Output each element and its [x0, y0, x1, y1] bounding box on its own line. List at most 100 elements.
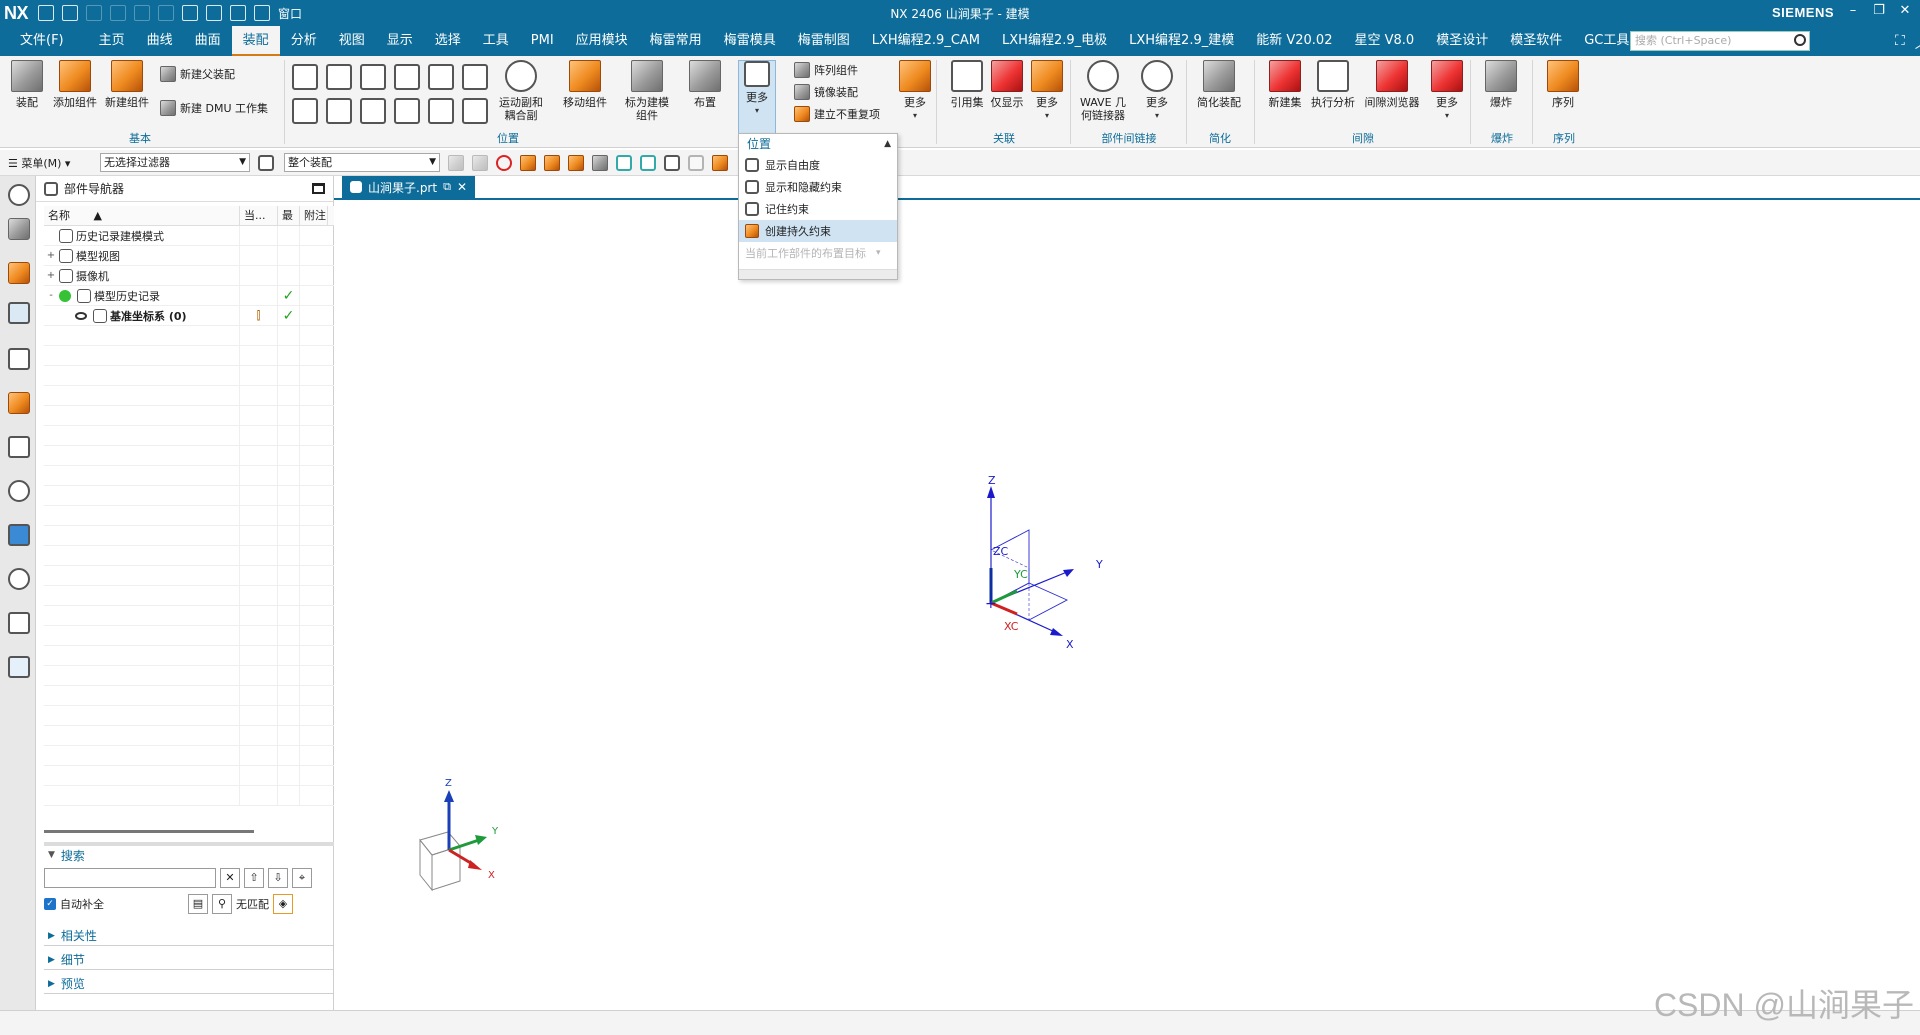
copy-icon[interactable] — [134, 5, 151, 21]
maximize-icon[interactable] — [312, 183, 325, 194]
distance-icon[interactable] — [360, 64, 386, 90]
remember-constraints-item[interactable]: 记住约束 — [739, 198, 897, 220]
menu-tab-3[interactable]: 曲面 — [184, 26, 232, 56]
tree-row[interactable]: 历史记录建模模式 — [44, 226, 368, 246]
window-menu[interactable]: 窗口 — [278, 5, 302, 22]
explode-button[interactable]: 爆炸 — [1474, 60, 1528, 109]
fullscreen-icon[interactable]: ⛶ — [1895, 33, 1905, 49]
tree-expander[interactable]: - — [46, 290, 56, 301]
menu-tab-0[interactable]: 文件(F) — [0, 26, 88, 56]
search-section-header[interactable]: ▼ 搜索 — [44, 842, 334, 863]
menu-tab-8[interactable]: 选择 — [424, 26, 472, 56]
interpart-more-button[interactable]: 更多 ▾ — [1130, 60, 1184, 122]
main-menu-button[interactable]: ☰ 菜单(M) ▾ — [8, 155, 84, 171]
wave-geometry-linker-button[interactable]: WAVE 几何链接器 — [1076, 60, 1130, 122]
command-search-input[interactable]: 搜索 (Ctrl+Space) — [1630, 31, 1810, 51]
show-hide-constraints-item[interactable]: 显示和隐藏约束 — [739, 176, 897, 198]
menu-tab-1[interactable]: 主页 — [88, 26, 136, 56]
bond-icon[interactable] — [394, 98, 420, 124]
menu-tab-15[interactable]: LXH编程2.9_CAM — [861, 26, 991, 56]
tree-row[interactable]: - 模型历史记录 ✓ — [44, 286, 368, 306]
assembly-button[interactable]: 装配 — [0, 60, 54, 109]
undo-icon[interactable] — [62, 5, 79, 21]
create-persistent-constraint-item[interactable]: 创建持久约束 — [739, 220, 897, 242]
roles-icon[interactable] — [8, 656, 30, 678]
fit-icon[interactable] — [326, 98, 352, 124]
tree-expander[interactable]: + — [46, 270, 56, 281]
globe-icon[interactable] — [8, 524, 30, 546]
switch-window-icon[interactable] — [254, 5, 271, 21]
paste-icon[interactable] — [158, 5, 175, 21]
clearance-more-button[interactable]: 更多 ▾ — [1420, 60, 1474, 122]
tree-row[interactable]: 基准坐标系 (0) ⫿ ✓ — [44, 306, 368, 326]
move-component-button[interactable]: 移动组件 — [558, 60, 612, 109]
snap-disabled-icon[interactable] — [688, 155, 704, 171]
microphone-icon[interactable] — [206, 5, 223, 21]
menu-tab-19[interactable]: 星空 V8.0 — [1343, 26, 1425, 56]
joints-couplers-button[interactable]: 运动副和耦合副 — [494, 60, 548, 122]
filter-icon[interactable] — [258, 155, 274, 171]
datum-csys[interactable]: Z Y X ZC YC XC + — [985, 474, 1103, 651]
scroll-down-icon[interactable]: ▾ — [876, 248, 881, 258]
visibility-eye-icon[interactable] — [75, 311, 87, 320]
menu-tab-9[interactable]: 工具 — [472, 26, 520, 56]
scroll-up-icon[interactable]: ▲ — [884, 134, 891, 154]
new-dmu-workset-button[interactable]: 新建 DMU 工作集 — [160, 98, 268, 118]
more-button-active[interactable]: 更多 ▾ — [738, 60, 776, 136]
collapse-ribbon-icon[interactable]: ︿ — [1915, 33, 1920, 52]
touch-align-icon[interactable] — [292, 64, 318, 90]
dependencies-section[interactable]: ▶ 相关性 — [44, 926, 334, 946]
search-scope-icon[interactable]: ▤ — [188, 894, 208, 914]
column-notes[interactable]: 附注 — [300, 206, 328, 225]
locate-icon[interactable]: ⌖ — [292, 868, 312, 888]
search-icon[interactable] — [1794, 34, 1806, 46]
search-input[interactable] — [44, 868, 216, 888]
detach-tab-icon[interactable]: ⧉ — [443, 180, 451, 194]
select-solid-icon[interactable] — [568, 155, 584, 171]
selection-filter-select[interactable]: 无选择过滤器 ▼ — [100, 153, 250, 172]
select-sheet-icon[interactable] — [592, 155, 608, 171]
restore-icon[interactable]: ❐ — [1870, 3, 1888, 18]
redo-icon[interactable] — [86, 5, 103, 21]
close-tab-icon[interactable]: ✕ — [457, 180, 467, 194]
select-component-icon[interactable] — [448, 155, 464, 171]
arrangement-button[interactable]: 布置 — [678, 60, 732, 109]
new-set-button[interactable]: 新建集 — [1258, 60, 1312, 109]
fix-icon[interactable] — [394, 64, 420, 90]
menu-tab-4[interactable]: 装配 — [231, 26, 280, 56]
clear-search-icon[interactable]: ✕ — [220, 868, 240, 888]
search-filter-icon[interactable]: ⚲ — [212, 894, 232, 914]
column-current[interactable]: 当... — [240, 206, 278, 225]
repeat-command-icon[interactable] — [230, 5, 247, 21]
select-point-icon[interactable] — [640, 155, 656, 171]
add-component-button[interactable]: 添加组件 — [48, 60, 102, 109]
graphics-window[interactable]: 山涧果子.prt ⧉ ✕ Z Y X ZC YC XC + Z Y X — [334, 176, 1920, 1010]
menu-tab-13[interactable]: 梅雷模具 — [713, 26, 787, 56]
angle-icon[interactable] — [360, 98, 386, 124]
column-name[interactable]: 名称 ▲ — [44, 206, 240, 225]
search-down-icon[interactable]: ⇩ — [268, 868, 288, 888]
autocomplete-checkbox[interactable]: ✓ — [44, 898, 56, 910]
menu-tab-11[interactable]: 应用模块 — [565, 26, 639, 56]
align-lock-icon[interactable] — [292, 98, 318, 124]
select-feature-icon[interactable] — [544, 155, 560, 171]
view-triad[interactable]: Z Y X — [419, 778, 499, 892]
symmetric-icon[interactable] — [462, 98, 488, 124]
history-icon[interactable] — [8, 568, 30, 590]
perpendicular-icon[interactable] — [462, 64, 488, 90]
menu-tab-5[interactable]: 分析 — [280, 26, 328, 56]
tree-row[interactable]: + 摄像机 — [44, 266, 368, 286]
details-section[interactable]: ▶ 细节 — [44, 950, 334, 970]
web-browser-icon[interactable] — [8, 436, 30, 458]
dropdown-resize-grip[interactable] — [739, 269, 897, 279]
simplify-assembly-button[interactable]: 简化装配 — [1192, 60, 1246, 109]
assembly-navigator-icon[interactable] — [8, 218, 30, 240]
menu-tab-10[interactable]: PMI — [520, 26, 565, 56]
associate-more-button[interactable]: 更多 ▾ — [1020, 60, 1074, 122]
constraint-navigator-icon[interactable] — [8, 262, 30, 284]
menu-tab-7[interactable]: 显示 — [376, 26, 424, 56]
new-component-button[interactable]: 新建组件 — [100, 60, 154, 109]
clearance-browser-button[interactable]: 间隙浏览器 — [1360, 60, 1424, 109]
show-dof-item[interactable]: 显示自由度 — [739, 154, 897, 176]
more-button-2[interactable]: 更多 ▾ — [888, 60, 942, 122]
